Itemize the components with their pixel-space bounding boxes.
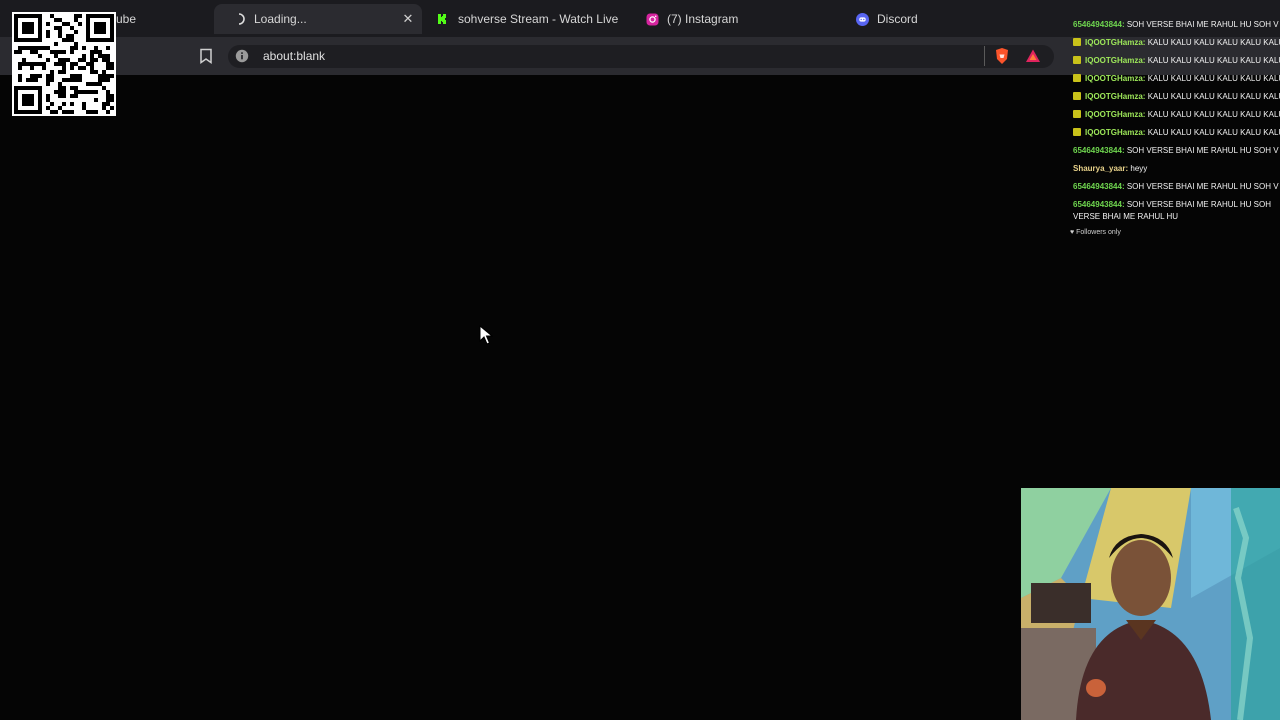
subscriber-badge-icon (1073, 56, 1081, 64)
subscriber-badge-icon (1073, 110, 1081, 118)
chat-text: SOH VERSE BHAI ME RAHUL HU SOH V (1126, 20, 1279, 29)
tab-title: ube (116, 12, 137, 26)
tab-loading[interactable]: Loading... ✕ (214, 4, 422, 34)
chat-username: IQOOTGHamza: (1085, 38, 1146, 47)
tab-discord[interactable]: Discord (855, 4, 1035, 34)
chat-text: KALU KALU KALU KALU KALU KALU KALI (1147, 92, 1280, 101)
chat-username: IQOOTGHamza: (1085, 128, 1146, 137)
heart-icon: ♥ (1070, 229, 1075, 236)
chat-message: IQOOTGHamza: KALU KALU KALU KALU KALU KA… (1068, 34, 1280, 52)
chat-message: IQOOTGHamza: KALU KALU KALU KALU KALU KA… (1068, 70, 1280, 88)
chat-username: IQOOTGHamza: (1085, 74, 1146, 83)
info-icon[interactable] (235, 49, 249, 63)
chat-text: KALU KALU KALU KALU KALU KALU KALI (1147, 110, 1280, 119)
subscriber-badge-icon (1073, 128, 1081, 136)
webcam-image (1021, 488, 1280, 720)
brave-shield-icon[interactable] (994, 47, 1010, 65)
chat-username: 65464943844: (1073, 200, 1125, 209)
chat-message: 65464943844: SOH VERSE BHAI ME RAHUL HU … (1068, 178, 1280, 196)
tab-kick-stream[interactable]: sohverse Stream - Watch Live on (436, 4, 622, 34)
chat-message: 65464943844: SOH VERSE BHAI ME RAHUL HU … (1068, 16, 1280, 34)
chat-username: 65464943844: (1073, 182, 1125, 191)
chat-message: IQOOTGHamza: KALU KALU KALU KALU KALU KA… (1068, 88, 1280, 106)
bookmark-icon[interactable] (199, 48, 213, 64)
chat-text: SOH VERSE BHAI ME RAHUL HU SOH V (1126, 182, 1279, 191)
webcam-overlay (1021, 488, 1280, 720)
close-tab-icon[interactable]: ✕ (400, 11, 416, 27)
chat-message: 65464943844: SOH VERSE BHAI ME RAHUL HU … (1068, 196, 1280, 226)
subscriber-badge-icon (1073, 38, 1081, 46)
tab-title: sohverse Stream - Watch Live on (458, 12, 622, 26)
instagram-icon (645, 12, 659, 26)
chat-message: 65464943844: SOH VERSE BHAI ME RAHUL HU … (1068, 142, 1280, 160)
followers-only-notice: ♥ Followers only (1070, 229, 1121, 236)
subscriber-badge-icon (1073, 74, 1081, 82)
toolbar-divider (984, 46, 985, 66)
chat-username: IQOOTGHamza: (1085, 56, 1146, 65)
chat-username: 65464943844: (1073, 146, 1125, 155)
brave-rewards-icon[interactable] (1025, 48, 1041, 64)
chat-username: 65464943844: (1073, 20, 1125, 29)
subscriber-badge-icon (1073, 92, 1081, 100)
chat-text: KALU KALU KALU KALU KALU KALU KALI (1147, 56, 1280, 65)
qr-code-overlay (12, 12, 116, 116)
chat-message: Shaurya_yaar: heyy (1068, 160, 1280, 178)
address-bar[interactable] (228, 45, 1054, 68)
chat-text: KALU KALU KALU KALU KALU KALU KALI (1147, 38, 1280, 47)
chat-text: KALU KALU KALU KALU KALU KALU KALI (1147, 128, 1280, 137)
chat-text: SOH VERSE BHAI ME RAHUL HU SOH V (1126, 146, 1279, 155)
chat-text: heyy (1130, 164, 1148, 173)
followers-only-text: Followers only (1076, 229, 1121, 236)
discord-icon (855, 12, 869, 26)
chat-username: Shaurya_yaar: (1073, 164, 1129, 173)
chat-username: IQOOTGHamza: (1085, 110, 1146, 119)
stream-chat-overlay: 65464943844: SOH VERSE BHAI ME RAHUL HU … (1068, 16, 1280, 226)
tab-youtube[interactable]: ube (116, 4, 176, 34)
chat-message: IQOOTGHamza: KALU KALU KALU KALU KALU KA… (1068, 124, 1280, 142)
loading-spinner-icon (232, 12, 246, 26)
tab-title: Discord (877, 12, 918, 26)
tab-title: (7) Instagram (667, 12, 739, 26)
url-text[interactable]: about:blank (263, 49, 325, 63)
kick-icon (436, 12, 450, 26)
mouse-cursor-icon (479, 325, 493, 345)
chat-username: IQOOTGHamza: (1085, 92, 1146, 101)
tab-title: Loading... (254, 12, 307, 26)
chat-message: IQOOTGHamza: KALU KALU KALU KALU KALU KA… (1068, 52, 1280, 70)
chat-message: IQOOTGHamza: KALU KALU KALU KALU KALU KA… (1068, 106, 1280, 124)
tab-instagram[interactable]: (7) Instagram (645, 4, 825, 34)
chat-text: KALU KALU KALU KALU KALU KALU KALI (1147, 74, 1280, 83)
